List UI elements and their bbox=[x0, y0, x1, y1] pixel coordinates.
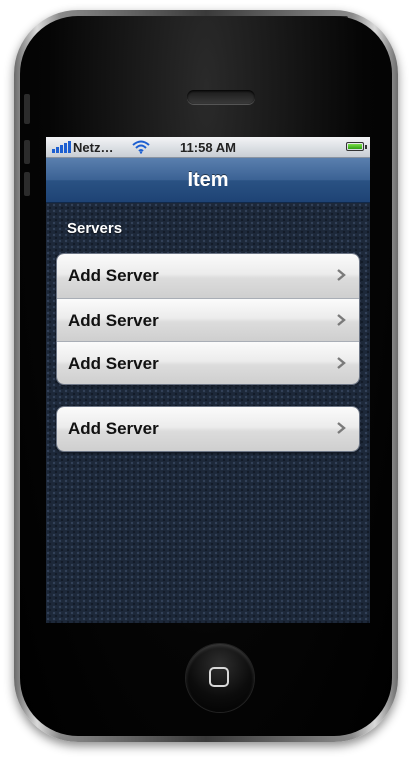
chevron-right-icon bbox=[337, 314, 346, 326]
table-row[interactable]: Add Server bbox=[57, 341, 359, 384]
earpiece-speaker bbox=[187, 90, 255, 104]
mute-switch[interactable] bbox=[24, 94, 30, 124]
table-group: Add Server Add Server Add Server bbox=[56, 253, 360, 385]
chevron-right-icon bbox=[337, 357, 346, 369]
home-button[interactable] bbox=[186, 644, 254, 712]
row-label: Add Server bbox=[68, 419, 159, 438]
table-row[interactable]: Add Server bbox=[57, 407, 359, 451]
grouped-table-view[interactable]: Servers Add Server Add Server Add Server… bbox=[46, 203, 370, 623]
table-row[interactable]: Add Server bbox=[57, 254, 359, 298]
navigation-bar: Item bbox=[46, 158, 370, 203]
row-label: Add Server bbox=[68, 354, 159, 373]
battery-icon bbox=[346, 142, 367, 151]
table-row[interactable]: Add Server bbox=[57, 298, 359, 341]
chevron-right-icon bbox=[337, 269, 346, 281]
home-square-icon bbox=[209, 667, 229, 687]
volume-up-button[interactable] bbox=[24, 140, 30, 164]
screen: Netz… 11:58 AM Item Servers Add Server A… bbox=[46, 137, 370, 623]
status-bar: Netz… 11:58 AM bbox=[46, 137, 370, 158]
status-time: 11:58 AM bbox=[180, 140, 236, 155]
section-header-servers: Servers bbox=[67, 220, 123, 237]
table-group: Add Server bbox=[56, 406, 360, 452]
battery-fill bbox=[348, 144, 362, 149]
nav-title: Item bbox=[187, 169, 229, 191]
volume-down-button[interactable] bbox=[24, 172, 30, 196]
row-label: Add Server bbox=[68, 311, 159, 330]
row-label: Add Server bbox=[68, 266, 159, 285]
chevron-right-icon bbox=[337, 422, 346, 434]
